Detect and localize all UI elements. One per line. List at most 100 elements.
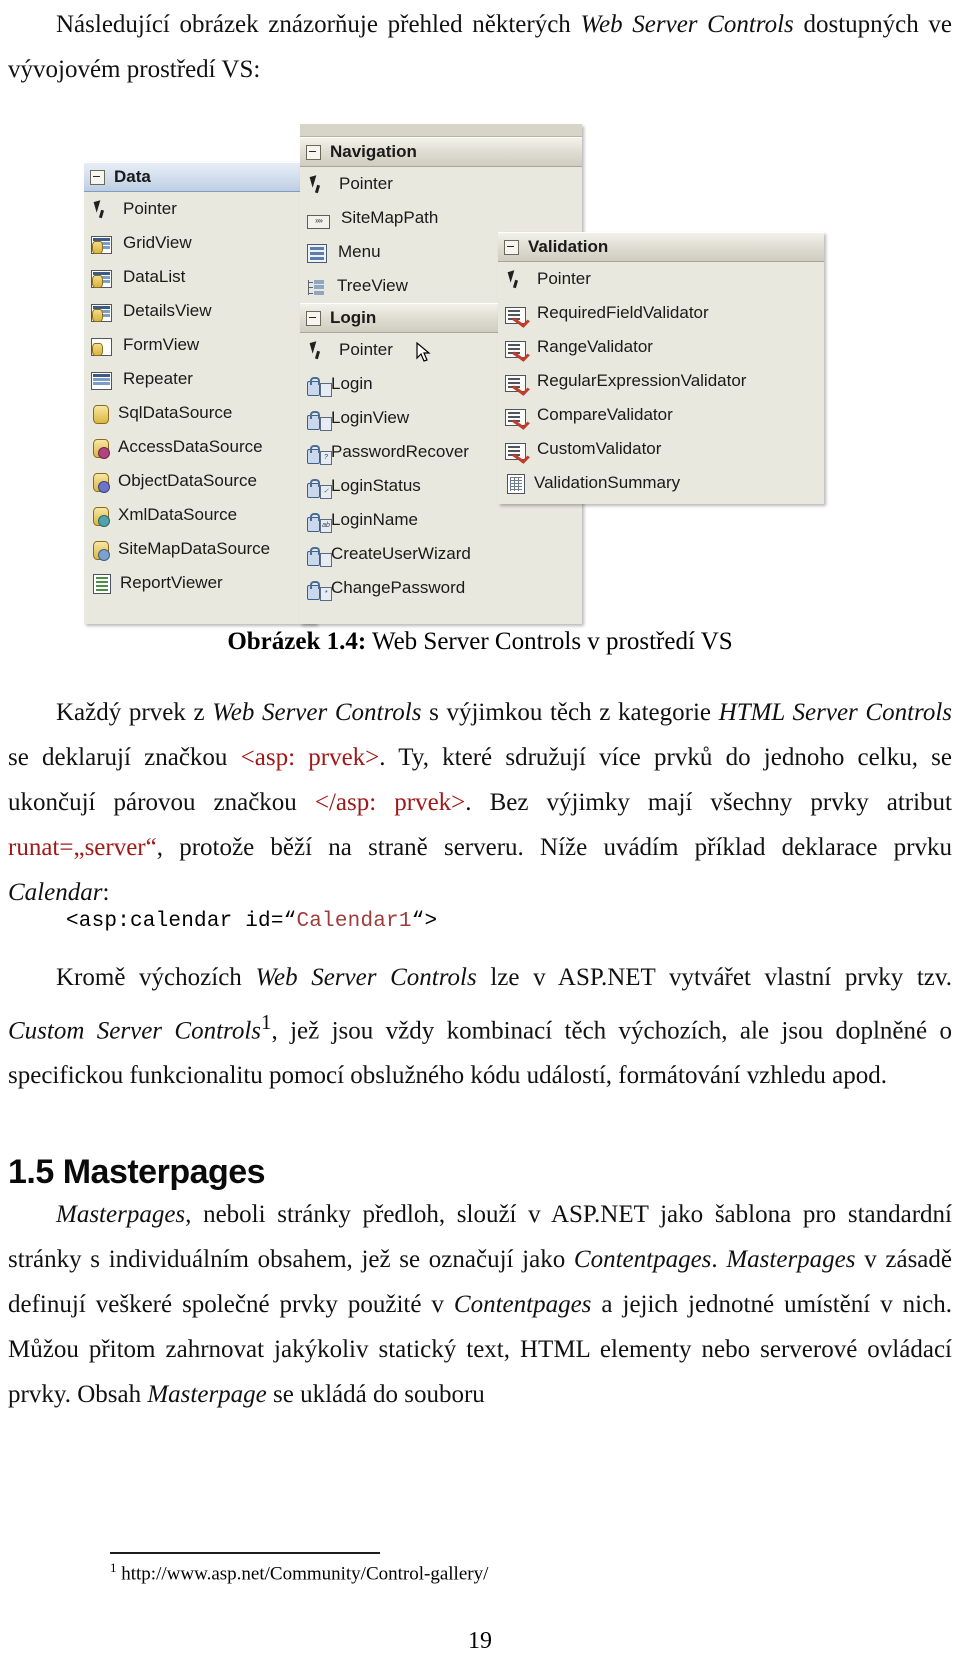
toolbox-item-label: LoginName <box>331 510 418 529</box>
toolbox-item-sqldatasource[interactable]: SqlDataSource <box>84 396 316 430</box>
toolbox-item-repeater[interactable]: Repeater <box>84 362 316 396</box>
toolbox-group-header-data[interactable]: Data <box>84 162 316 192</box>
p1-italic-web-server-controls: Web Server Controls <box>212 699 422 726</box>
intro-text: Následující obrázek znázorňuje přehled n… <box>8 2 952 92</box>
p1-seg6: , protože běží na straně serveru. Níže u… <box>156 834 952 861</box>
toolbox-item-validationsummary[interactable]: ValidationSummary <box>498 466 824 500</box>
p3-italic-masterpages-1: Masterpages, <box>56 1201 192 1228</box>
toolbox-item-label: TreeView <box>337 276 408 295</box>
p1-seg5: . Bez výjimky mají všechny prvky atribut <box>465 789 953 816</box>
toolbox-item-label: LoginView <box>331 408 410 427</box>
toolbox-item-datalist[interactable]: DataList <box>84 260 316 294</box>
accessdatasource-icon <box>93 438 110 459</box>
page-number: 19 <box>468 1628 492 1654</box>
sitemappath-icon: »» <box>307 215 330 229</box>
toolbox-item-pointer[interactable]: Pointer <box>300 167 582 201</box>
p3-italic-masterpages-2: Masterpages <box>726 1246 856 1273</box>
toolbox-item-label: RegularExpressionValidator <box>537 371 747 390</box>
toolbox-item-label: Login <box>331 374 373 393</box>
body-paragraph-3: Masterpages, neboli stránky předloh, slo… <box>8 1192 952 1417</box>
toolbox-item-changepassword[interactable]: * ChangePassword <box>300 571 582 605</box>
toolbox-item-label: ReportViewer <box>120 573 223 592</box>
p1-seg1: Každý prvek z <box>56 699 213 726</box>
code-sample: <asp:calendar id=“Calendar1“> <box>66 910 946 933</box>
menu-icon <box>307 243 327 263</box>
toolbox-panel-edge <box>300 124 582 137</box>
toolbox-item-label: PasswordRecover <box>331 442 469 461</box>
sqldatasource-icon <box>93 404 109 424</box>
toolbox-item-regularexpressionvalidator[interactable]: RegularExpressionValidator <box>498 364 824 398</box>
intro-paragraph: Následující obrázek znázorňuje přehled n… <box>8 2 952 92</box>
toolbox-item-formview[interactable]: FormView <box>84 328 316 362</box>
vs-toolbox-screenshot: Data Pointer GridView DataList DetailsVi… <box>84 124 824 624</box>
p3-seg5: se ukládá do souboru <box>266 1381 485 1408</box>
reportviewer-icon <box>93 574 111 594</box>
toolbox-item-pointer[interactable]: Pointer <box>84 192 316 226</box>
changepassword-icon: * <box>307 580 332 601</box>
pointer-icon <box>307 175 328 194</box>
toolbox-item-label: SiteMapPath <box>341 208 439 227</box>
toolbox-item-objectdatasource[interactable]: ObjectDataSource <box>84 464 316 498</box>
toolbox-item-gridview[interactable]: GridView <box>84 226 316 260</box>
gridview-icon <box>91 236 112 254</box>
p3-seg2: . <box>711 1246 727 1273</box>
xmldatasource-icon <box>93 506 110 527</box>
toolbox-item-xmldatasource[interactable]: XmlDataSource <box>84 498 316 532</box>
toolbox-item-detailsview[interactable]: DetailsView <box>84 294 316 328</box>
loginstatus-icon: ✓ <box>307 478 332 499</box>
toolbox-item-comparevalidator[interactable]: CompareValidator <box>498 398 824 432</box>
toolbox-item-label: LoginStatus <box>331 476 421 495</box>
toolbox-item-label: ChangePassword <box>331 578 466 597</box>
toolbox-item-accessdatasource[interactable]: AccessDataSource <box>84 430 316 464</box>
rangevalidator-icon <box>505 340 526 358</box>
p2-seg2: lze v ASP.NET vytvářet vlastní prvky tzv… <box>476 964 952 991</box>
collapse-icon[interactable] <box>306 144 321 160</box>
section-heading-masterpages: 1.5 Masterpages <box>8 1153 266 1192</box>
toolbox-group-header-validation[interactable]: Validation <box>498 232 824 262</box>
collapse-icon[interactable] <box>90 169 105 185</box>
toolbox-group-header-navigation[interactable]: Navigation <box>300 137 582 167</box>
intro-text-before: Následující obrázek znázorňuje přehled n… <box>56 11 581 38</box>
body-paragraph-2: Kromě výchozích Web Server Controls lze … <box>8 955 952 1098</box>
code-identifier: Calendar1 <box>296 910 412 933</box>
regularexpressionvalidator-icon <box>505 374 526 392</box>
toolbox-item-label: CustomValidator <box>537 439 662 458</box>
toolbox-item-reportviewer[interactable]: ReportViewer <box>84 566 316 600</box>
createuserwizard-icon <box>307 546 332 567</box>
toolbox-item-label: ObjectDataSource <box>118 471 257 490</box>
document-page: Následující obrázek znázorňuje přehled n… <box>0 0 960 1675</box>
code-prefix: <asp:calendar id=“ <box>66 910 297 933</box>
p1-seg2: s výjimkou těch z kategorie <box>421 699 719 726</box>
p1-seg7: : <box>102 879 110 906</box>
toolbox-item-requiredfieldvalidator[interactable]: RequiredFieldValidator <box>498 296 824 330</box>
toolbox-item-customvalidator[interactable]: CustomValidator <box>498 432 824 466</box>
toolbox-item-label: DetailsView <box>123 301 212 320</box>
toolbox-item-label: SiteMapDataSource <box>118 539 271 558</box>
validationsummary-icon <box>507 474 525 494</box>
collapse-icon[interactable] <box>306 310 321 326</box>
toolbox-item-pointer[interactable]: Pointer <box>498 262 824 296</box>
toolbox-item-label: RangeValidator <box>537 337 653 356</box>
passwordrecovery-icon: ? <box>307 444 332 465</box>
toolbox-item-loginname[interactable]: ab LoginName <box>300 503 582 537</box>
toolbox-item-rangevalidator[interactable]: RangeValidator <box>498 330 824 364</box>
collapse-icon[interactable] <box>504 239 519 255</box>
footnote-separator <box>110 1552 380 1554</box>
p2-italic-custom-server-controls: Custom Server Controls <box>8 1017 262 1045</box>
toolbox-item-sitemapdatasource[interactable]: SiteMapDataSource <box>84 532 316 566</box>
toolbox-item-label: Pointer <box>339 340 393 359</box>
figure-caption: Obrázek 1.4: Web Server Controls v prost… <box>0 628 960 656</box>
toolbox-item-sitemappath[interactable]: »» SiteMapPath <box>300 201 582 235</box>
toolbox-panel-validation: Validation Pointer RequiredFieldValidato… <box>498 232 824 504</box>
toolbox-item-label: AccessDataSource <box>118 437 263 456</box>
p1-code-runat-server: runat=„server“ <box>8 834 157 861</box>
toolbox-group-label: Navigation <box>330 142 417 161</box>
toolbox-item-label: RequiredFieldValidator <box>537 303 709 322</box>
toolbox-item-createuserwizard[interactable]: CreateUserWizard <box>300 537 582 571</box>
toolbox-item-label: Pointer <box>123 199 177 218</box>
figure-caption-label: Obrázek 1.4: <box>227 628 367 655</box>
treeview-icon <box>307 279 326 296</box>
toolbox-panel-data: Data Pointer GridView DataList DetailsVi… <box>84 162 316 624</box>
p1-italic-calendar: Calendar <box>8 879 103 906</box>
footnote: 1 http://www.asp.net/Community/Control-g… <box>110 1560 488 1585</box>
